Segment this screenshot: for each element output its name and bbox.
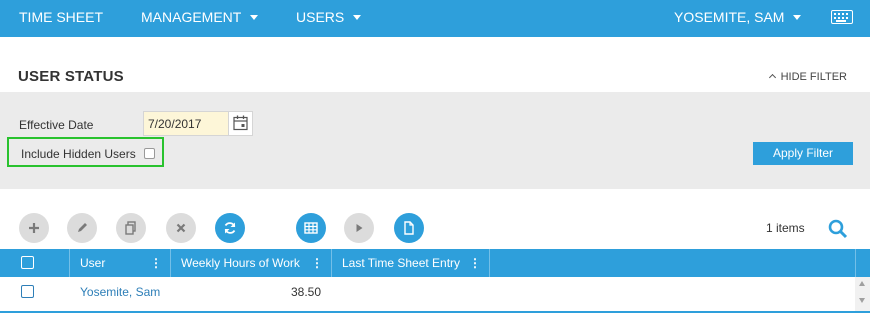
nav-users-label: USERS: [296, 9, 345, 25]
top-nav: TIME SHEET MANAGEMENT USERS YOSEMITE, SA…: [0, 0, 870, 37]
cell-user-link[interactable]: Yosemite, Sam: [80, 285, 160, 299]
nav-management-label: MANAGEMENT: [141, 9, 242, 25]
play-button[interactable]: [344, 213, 374, 243]
copy-button[interactable]: [116, 213, 146, 243]
filter-panel: Effective Date Include Hidden Users Appl…: [0, 92, 870, 189]
include-hidden-users-label: Include Hidden Users: [21, 147, 136, 161]
refresh-button[interactable]: [215, 213, 245, 243]
play-icon: [356, 224, 363, 232]
page-title: USER STATUS: [18, 68, 124, 85]
document-icon: [404, 221, 414, 235]
grid-header: User ⋮ Weekly Hours of Work ⋮ Last Time …: [0, 249, 870, 277]
hide-filter-link[interactable]: HIDE FILTER: [768, 71, 847, 83]
grid-header-scroll-spacer: [855, 249, 870, 277]
grid-view-button[interactable]: [296, 213, 326, 243]
column-header-weekly-hours-label: Weekly Hours of Work: [181, 256, 300, 270]
document-button[interactable]: [394, 213, 424, 243]
nav-users[interactable]: USERS: [296, 0, 362, 37]
search-icon: [828, 219, 848, 239]
table-row[interactable]: Yosemite, Sam 38.50: [0, 277, 855, 306]
keyboard-icon[interactable]: [831, 10, 853, 24]
grid-icon: [304, 222, 318, 234]
grid-bottom-border: [0, 311, 870, 313]
scroll-up-arrow-icon[interactable]: [859, 281, 865, 286]
hide-filter-label: HIDE FILTER: [780, 71, 847, 83]
column-header-last-entry[interactable]: Last Time Sheet Entry ⋮: [331, 249, 490, 277]
row-checkbox[interactable]: [21, 285, 34, 298]
column-menu-icon[interactable]: ⋮: [150, 249, 162, 277]
chevron-up-icon: [768, 73, 776, 82]
nav-user-menu-label: YOSEMITE, SAM: [674, 9, 785, 25]
delete-button[interactable]: [166, 213, 196, 243]
cell-weekly-hours: 38.50: [290, 285, 321, 299]
chevron-down-icon: [353, 15, 362, 20]
chevron-down-icon: [250, 15, 259, 20]
nav-timesheet[interactable]: TIME SHEET: [19, 0, 103, 37]
nav-timesheet-label: TIME SHEET: [19, 9, 104, 25]
column-menu-icon[interactable]: ⋮: [311, 249, 323, 277]
effective-date-label: Effective Date: [19, 118, 94, 132]
effective-date-picker: [143, 111, 253, 136]
column-menu-icon[interactable]: ⋮: [469, 249, 481, 277]
nav-management[interactable]: MANAGEMENT: [141, 0, 259, 37]
grid-scrollbar[interactable]: [855, 277, 870, 311]
column-header-user-label: User: [80, 256, 106, 270]
delete-icon: [176, 223, 186, 233]
calendar-button[interactable]: [229, 112, 252, 135]
column-header-last-entry-label: Last Time Sheet Entry: [342, 256, 461, 270]
include-hidden-users-checkbox[interactable]: [144, 148, 155, 159]
refresh-icon: [224, 222, 236, 234]
apply-filter-button[interactable]: Apply Filter: [753, 142, 853, 165]
column-header-weekly-hours[interactable]: Weekly Hours of Work ⋮: [170, 249, 331, 277]
edit-button[interactable]: [67, 213, 97, 243]
add-icon: [29, 223, 39, 233]
edit-icon: [78, 223, 87, 232]
column-header-user[interactable]: User ⋮: [69, 249, 170, 277]
nav-user-menu[interactable]: YOSEMITE, SAM: [674, 0, 802, 37]
copy-icon: [125, 221, 136, 235]
select-all-checkbox[interactable]: [21, 256, 34, 269]
chevron-down-icon: [793, 15, 802, 20]
calendar-icon: [233, 115, 248, 131]
items-count: 1 items: [766, 221, 805, 235]
add-button[interactable]: [19, 213, 49, 243]
include-hidden-users-highlight: Include Hidden Users: [7, 137, 164, 167]
scroll-down-arrow-icon[interactable]: [859, 298, 865, 303]
effective-date-input[interactable]: [144, 112, 229, 135]
search-button[interactable]: [828, 219, 848, 239]
